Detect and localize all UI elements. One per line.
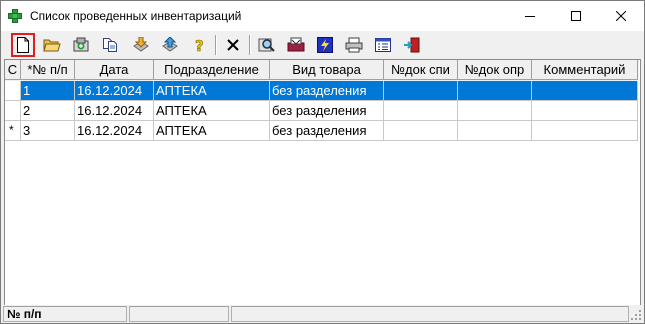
maximize-icon xyxy=(571,11,581,21)
minimize-button[interactable] xyxy=(507,1,553,31)
cell-num[interactable]: 1 xyxy=(21,81,75,101)
search-button[interactable] xyxy=(255,33,279,57)
print-settings-button[interactable] xyxy=(284,33,308,57)
exit-door-icon xyxy=(404,37,420,53)
cell-comment[interactable] xyxy=(532,101,638,121)
new-document-icon xyxy=(17,37,29,53)
status-panel xyxy=(129,306,229,322)
print-button[interactable] xyxy=(342,33,366,57)
run-button[interactable] xyxy=(313,33,337,57)
cell-doc-receipt[interactable] xyxy=(458,101,532,121)
add-button[interactable] xyxy=(69,33,93,57)
new-button[interactable] xyxy=(11,33,35,57)
printer-icon xyxy=(345,37,363,53)
title-bar[interactable]: Список проведенных инвентаризаций xyxy=(1,1,644,31)
column-header[interactable]: №док спи xyxy=(384,60,458,80)
cell-product-type[interactable]: без разделения xyxy=(270,101,384,121)
cell-product-type[interactable]: без разделения xyxy=(270,81,384,101)
toolbar-separator xyxy=(215,35,217,55)
column-header[interactable]: Вид товара xyxy=(270,60,384,80)
list-button[interactable] xyxy=(371,33,395,57)
close-button[interactable] xyxy=(598,1,644,31)
cell-department[interactable]: АПТЕКА xyxy=(154,81,270,101)
window-title: Список проведенных инвентаризаций xyxy=(30,9,242,23)
status-bar: № п/п xyxy=(1,305,644,323)
cell-department[interactable]: АПТЕКА xyxy=(154,101,270,121)
cell-date[interactable]: 16.12.2024 xyxy=(75,121,154,141)
status-panel-field: № п/п xyxy=(3,306,127,322)
row-indicator: * xyxy=(5,121,21,141)
export-button[interactable] xyxy=(158,33,182,57)
column-header[interactable]: *№ п/п xyxy=(21,60,75,80)
search-icon xyxy=(258,38,275,52)
open-folder-icon xyxy=(43,39,61,52)
column-header[interactable]: №док опр xyxy=(458,60,532,80)
inventory-list-window: Список проведенных инвентаризаций ? С *№… xyxy=(0,0,645,324)
cell-doc-writeoff[interactable] xyxy=(384,81,458,101)
delete-icon xyxy=(227,39,239,51)
add-record-icon xyxy=(73,37,89,52)
resize-grip-icon[interactable] xyxy=(630,309,642,321)
row-indicator xyxy=(5,81,21,101)
svg-text:?: ? xyxy=(195,37,204,53)
cell-comment[interactable] xyxy=(532,121,638,141)
app-cross-icon xyxy=(8,9,22,23)
cell-num[interactable]: 3 xyxy=(21,121,75,141)
delete-button[interactable] xyxy=(221,33,245,57)
upload-icon xyxy=(162,37,178,52)
column-header[interactable]: Комментарий xyxy=(532,60,638,80)
cell-comment[interactable] xyxy=(532,81,638,101)
toolbar: ? xyxy=(1,31,644,59)
exit-button[interactable] xyxy=(400,33,424,57)
cell-doc-writeoff[interactable] xyxy=(384,121,458,141)
toolbar-separator xyxy=(249,35,251,55)
import-button[interactable] xyxy=(129,33,153,57)
help-button[interactable]: ? xyxy=(187,33,211,57)
lightning-icon xyxy=(317,37,333,53)
cell-department[interactable]: АПТЕКА xyxy=(154,121,270,141)
list-icon xyxy=(375,38,391,52)
minimize-icon xyxy=(525,16,535,17)
column-header[interactable]: Дата xyxy=(75,60,154,80)
row-indicator xyxy=(5,101,21,121)
cell-doc-writeoff[interactable] xyxy=(384,101,458,121)
column-header[interactable]: С xyxy=(5,60,21,80)
copy-button[interactable] xyxy=(98,33,122,57)
cell-product-type[interactable]: без разделения xyxy=(270,121,384,141)
column-header[interactable]: Подразделение xyxy=(154,60,270,80)
help-icon: ? xyxy=(195,37,204,53)
cell-doc-receipt[interactable] xyxy=(458,121,532,141)
cell-date[interactable]: 16.12.2024 xyxy=(75,81,154,101)
cell-date[interactable]: 16.12.2024 xyxy=(75,101,154,121)
cell-num[interactable]: 2 xyxy=(21,101,75,121)
download-icon xyxy=(133,37,149,52)
inventory-grid[interactable]: С *№ п/п Дата Подразделение Вид товара №… xyxy=(4,59,641,306)
print-settings-icon xyxy=(287,37,305,52)
open-button[interactable] xyxy=(40,33,64,57)
close-icon xyxy=(616,11,626,21)
cell-doc-receipt[interactable] xyxy=(458,81,532,101)
status-panel xyxy=(231,306,629,322)
grid-header: С *№ п/п Дата Подразделение Вид товара №… xyxy=(5,60,639,81)
maximize-button[interactable] xyxy=(553,1,599,31)
copy-icon xyxy=(103,38,117,52)
